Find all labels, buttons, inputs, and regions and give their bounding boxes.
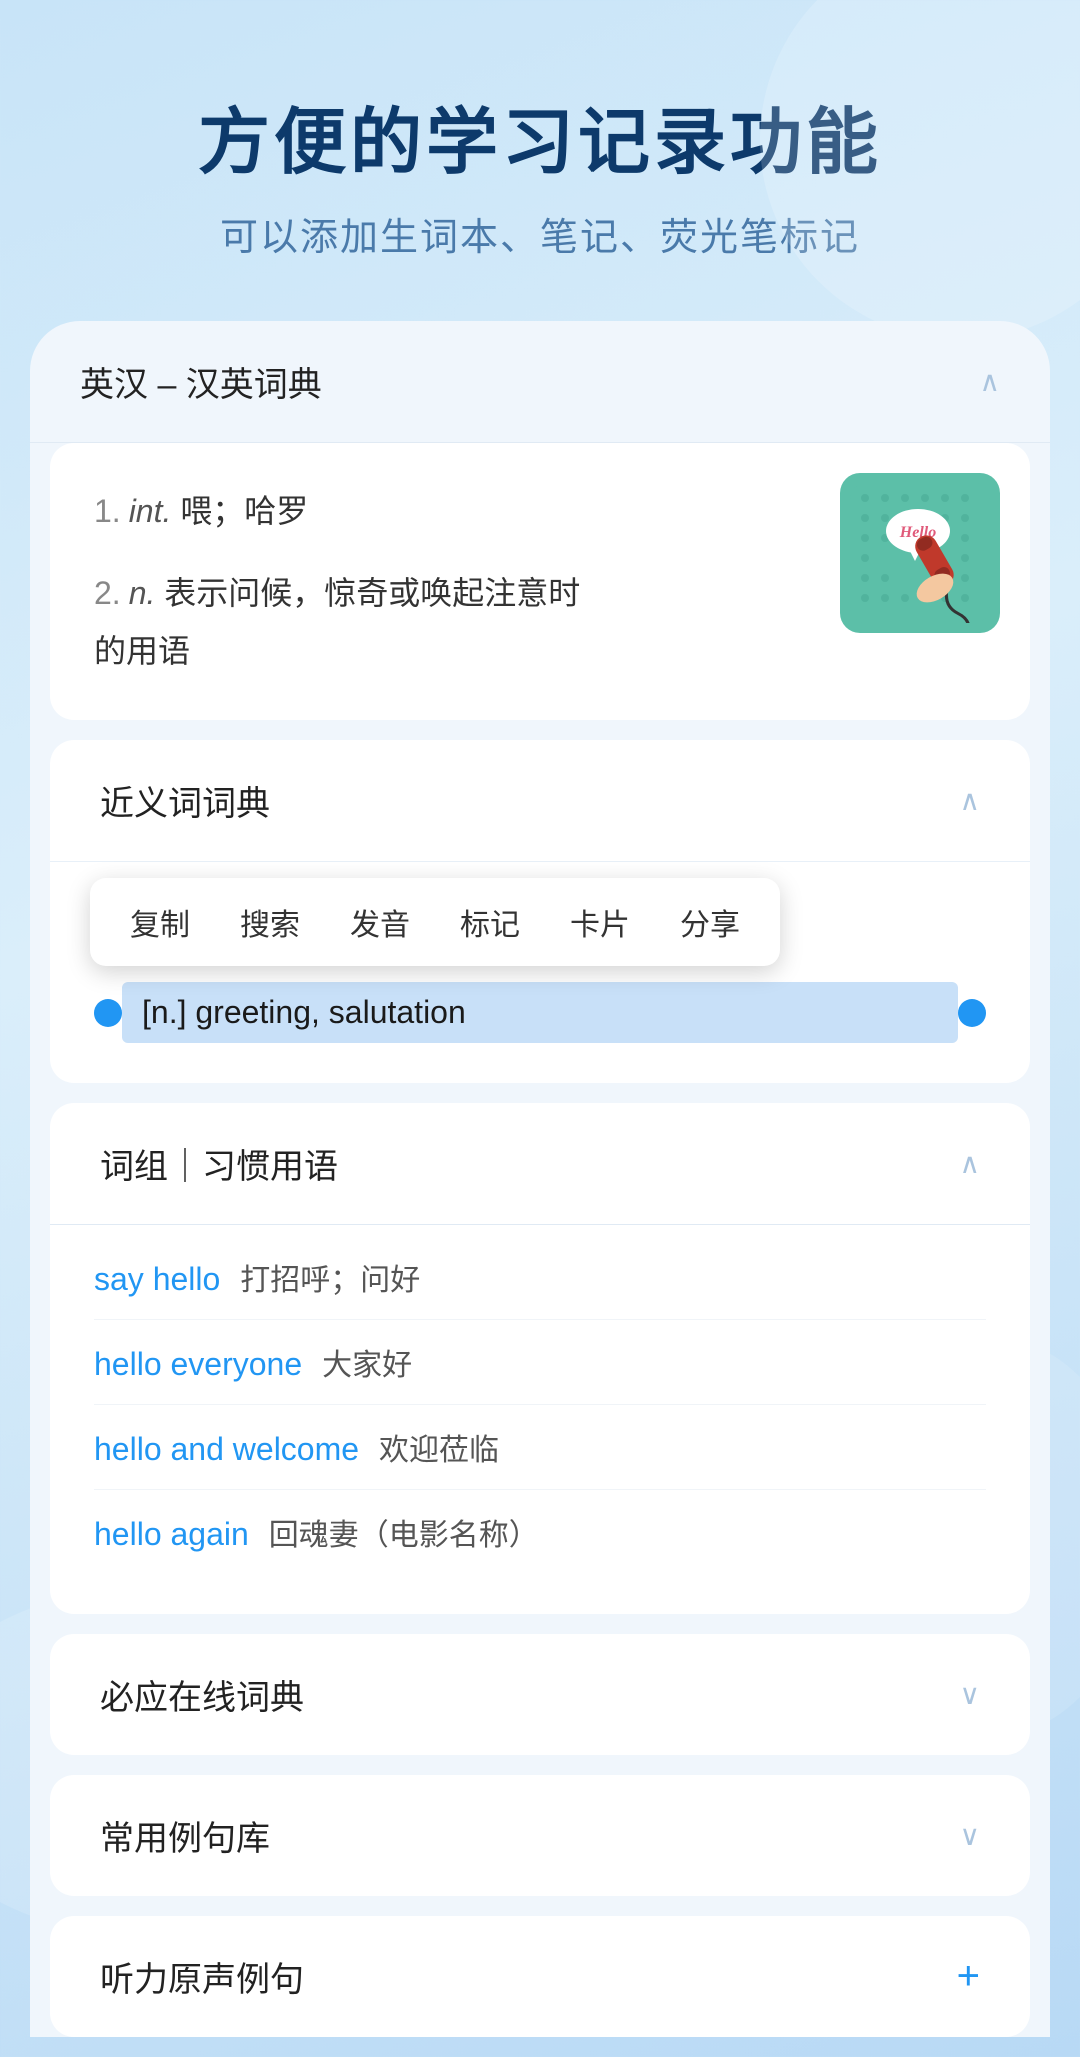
selection-handle-left bbox=[94, 999, 122, 1027]
context-menu: 复制 搜索 发音 标记 卡片 分享 bbox=[90, 878, 780, 966]
changyong-chevron: ∨ bbox=[960, 1819, 981, 1852]
phrase-en-1: say hello bbox=[94, 1261, 220, 1298]
selection-handle-right bbox=[958, 999, 986, 1027]
entry-pos-2: n. bbox=[129, 575, 156, 611]
selection-area: [n.] greeting, salutation bbox=[50, 982, 1030, 1053]
synonym-card: 近义词词典 ∧ 复制 搜索 发音 标记 卡片 分享 [n.] greeting,… bbox=[50, 740, 1030, 1083]
biying-title: 必应在线词典 bbox=[100, 1670, 304, 1719]
phrases-title: 词组｜习惯用语 bbox=[100, 1139, 338, 1188]
tingli-title: 听力原声例句 bbox=[100, 1952, 304, 2001]
context-share[interactable]: 分享 bbox=[680, 900, 740, 944]
changyong-section-header[interactable]: 常用例句库 ∨ bbox=[50, 1775, 1030, 1896]
eng-dict-chevron: ∧ bbox=[980, 365, 1001, 398]
phrase-en-2: hello everyone bbox=[94, 1346, 302, 1383]
phrase-en-4: hello again bbox=[94, 1516, 249, 1553]
context-search[interactable]: 搜索 bbox=[240, 900, 300, 944]
entry-num-2: 2. bbox=[94, 575, 121, 611]
phrase-row-4[interactable]: hello again 回魂妻（电影名称） bbox=[94, 1490, 986, 1574]
phrase-row-3[interactable]: hello and welcome 欢迎莅临 bbox=[94, 1405, 986, 1490]
phrase-zh-3: 欢迎莅临 bbox=[379, 1425, 499, 1469]
tingli-section-header[interactable]: 听力原声例句 + bbox=[50, 1916, 1030, 2037]
context-card[interactable]: 卡片 bbox=[570, 900, 630, 944]
page-title: 方便的学习记录功能 bbox=[60, 100, 1020, 186]
context-mark[interactable]: 标记 bbox=[460, 900, 520, 944]
changyong-title: 常用例句库 bbox=[100, 1811, 270, 1860]
entry-pos-1: int. bbox=[129, 493, 172, 529]
eng-dict-title: 英汉 – 汉英词典 bbox=[80, 357, 322, 406]
context-pronounce[interactable]: 发音 bbox=[350, 900, 410, 944]
synonym-section-header[interactable]: 近义词词典 ∧ bbox=[50, 740, 1030, 862]
phrases-section: 词组｜习惯用语 ∧ say hello 打招呼；问好 hello everyon… bbox=[50, 1103, 1030, 1614]
eng-dict-section-header[interactable]: 英汉 – 汉英词典 ∧ bbox=[30, 321, 1050, 443]
highlighted-text: [n.] greeting, salutation bbox=[122, 982, 958, 1043]
phrases-section-wrapper: 词组｜习惯用语 ∧ say hello 打招呼；问好 hello everyon… bbox=[30, 1083, 1050, 2037]
changyong-section: 常用例句库 ∨ bbox=[50, 1775, 1030, 1896]
tingli-section: 听力原声例句 + bbox=[50, 1916, 1030, 2037]
biying-chevron: ∨ bbox=[960, 1678, 981, 1711]
page-subtitle: 可以添加生词本、笔记、荧光笔标记 bbox=[60, 206, 1020, 261]
phrase-zh-4: 回魂妻（电影名称） bbox=[269, 1510, 539, 1554]
entry-num-1: 1. bbox=[94, 493, 121, 529]
eng-dict-content: Hello 1.int. 喂；哈罗 2.n. 表示问候 bbox=[50, 443, 1030, 720]
phrase-en-3: hello and welcome bbox=[94, 1431, 359, 1468]
main-card: 英汉 – 汉英词典 ∧ bbox=[30, 321, 1050, 2037]
phrases-section-header[interactable]: 词组｜习惯用语 ∧ bbox=[50, 1103, 1030, 1225]
phrase-row-1[interactable]: say hello 打招呼；问好 bbox=[94, 1235, 986, 1320]
phrases-chevron: ∧ bbox=[960, 1147, 981, 1180]
biying-section: 必应在线词典 ∨ bbox=[50, 1634, 1030, 1755]
phrase-zh-1: 打招呼；问好 bbox=[240, 1255, 420, 1299]
context-copy[interactable]: 复制 bbox=[130, 900, 190, 944]
hello-illustration: Hello bbox=[840, 473, 1000, 633]
phrase-zh-2: 大家好 bbox=[322, 1340, 412, 1384]
synonym-title: 近义词词典 bbox=[100, 776, 270, 825]
synonym-chevron: ∧ bbox=[960, 784, 981, 817]
page-header: 方便的学习记录功能 可以添加生词本、笔记、荧光笔标记 bbox=[0, 0, 1080, 321]
phrases-content: say hello 打招呼；问好 hello everyone 大家好 hell… bbox=[50, 1225, 1030, 1614]
phrase-row-2[interactable]: hello everyone 大家好 bbox=[94, 1320, 986, 1405]
biying-section-header[interactable]: 必应在线词典 ∨ bbox=[50, 1634, 1030, 1755]
tingli-plus-icon[interactable]: + bbox=[957, 1954, 980, 1999]
